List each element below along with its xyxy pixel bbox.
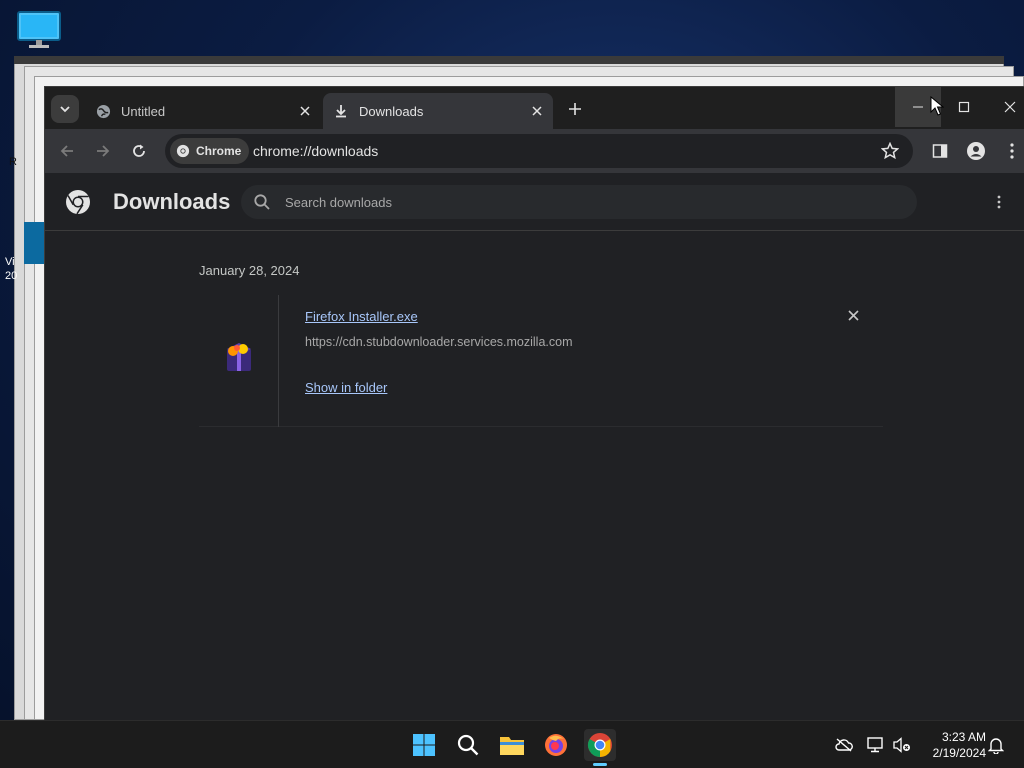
- clock-time: 3:23 AM: [941, 730, 986, 744]
- downloads-page: Downloads January 28, 2024: [45, 173, 1024, 721]
- site-info-chip[interactable]: Chrome: [170, 138, 250, 164]
- more-vert-icon: [1010, 143, 1014, 159]
- file-explorer-button[interactable]: [496, 729, 528, 761]
- chip-label: Chrome: [196, 144, 242, 158]
- profile-avatar-icon: [967, 142, 985, 160]
- minimize-icon: [913, 106, 923, 108]
- browser-toolbar: Chrome chrome://downloads: [45, 129, 1024, 173]
- close-tab-icon[interactable]: [297, 103, 313, 119]
- download-icon: [333, 103, 349, 119]
- show-in-folder-link[interactable]: Show in folder: [305, 380, 387, 395]
- reload-icon: [133, 144, 145, 157]
- volume-muted-icon: [893, 737, 910, 753]
- active-app-indicator: [593, 763, 607, 766]
- remove-download-button[interactable]: [845, 307, 861, 323]
- tab-label: Downloads: [359, 103, 424, 119]
- download-file-link[interactable]: Firefox Installer.exe: [305, 309, 418, 324]
- url-text[interactable]: chrome://downloads: [253, 143, 378, 159]
- profile-button[interactable]: [965, 140, 987, 162]
- plus-icon: [569, 103, 581, 115]
- network-icon: [867, 737, 883, 753]
- chrome-taskbar-button[interactable]: [584, 729, 616, 761]
- address-bar[interactable]: Chrome chrome://downloads: [165, 134, 913, 168]
- back-button[interactable]: [55, 139, 79, 163]
- bookmark-star-icon[interactable]: [881, 142, 899, 160]
- background-window-text: 20: [5, 270, 18, 282]
- search-icon: [254, 194, 270, 210]
- onedrive-tray-button[interactable]: [834, 735, 854, 755]
- network-tray-button[interactable]: [866, 735, 886, 755]
- downloads-header: Downloads: [45, 173, 1024, 231]
- chrome-window: Untitled Downloads Chrome chrome://downl…: [44, 86, 1024, 721]
- close-tab-icon[interactable]: [529, 103, 545, 119]
- volume-tray-button[interactable]: [892, 735, 912, 755]
- download-date-heading: January 28, 2024: [199, 263, 300, 278]
- search-input[interactable]: [285, 192, 885, 212]
- bell-icon: [988, 738, 1004, 754]
- downloads-menu-button[interactable]: [989, 191, 1009, 213]
- background-window-titlebar: [14, 56, 1004, 64]
- this-pc-desktop-icon[interactable]: [16, 10, 62, 50]
- download-icon-column: [199, 295, 279, 427]
- cloud-offline-icon: [835, 738, 853, 752]
- arrow-right-icon: [97, 145, 110, 157]
- tab-search-button[interactable]: [51, 95, 79, 123]
- side-panel-icon: [932, 144, 948, 158]
- file-explorer-icon: [500, 737, 524, 755]
- search-downloads-bar[interactable]: [241, 185, 917, 219]
- globe-icon: [95, 103, 111, 119]
- taskbar: 3:23 AM 2/19/2024: [0, 720, 1024, 768]
- chevron-down-icon: [60, 106, 70, 113]
- chrome-icon: [176, 144, 190, 158]
- maximize-button[interactable]: [941, 87, 987, 127]
- firefox-icon: [545, 734, 567, 756]
- tab-untitled[interactable]: Untitled: [85, 93, 321, 129]
- close-window-button[interactable]: [987, 87, 1024, 127]
- background-window-text: Vi: [5, 256, 15, 268]
- taskbar-search-button[interactable]: [452, 729, 484, 761]
- tab-strip: Untitled Downloads: [45, 87, 1024, 129]
- browser-menu-button[interactable]: [1001, 140, 1023, 162]
- close-icon: [1004, 101, 1016, 113]
- notifications-button[interactable]: [986, 735, 1006, 755]
- arrow-left-icon: [60, 145, 73, 157]
- forward-button[interactable]: [91, 139, 115, 163]
- more-vert-icon: [997, 195, 1001, 209]
- maximize-icon: [958, 101, 970, 113]
- start-button[interactable]: [408, 729, 440, 761]
- page-title: Downloads: [113, 189, 231, 214]
- close-icon: [847, 309, 859, 321]
- download-item: Firefox Installer.exe https://cdn.stubdo…: [199, 295, 883, 427]
- download-source-url: https://cdn.stubdownloader.services.mozi…: [305, 335, 573, 349]
- mouse-cursor-icon: [930, 96, 944, 116]
- reload-button[interactable]: [127, 139, 151, 163]
- clock-date: 2/19/2024: [932, 746, 986, 760]
- system-clock[interactable]: 3:23 AM 2/19/2024: [920, 729, 986, 761]
- tab-downloads[interactable]: Downloads: [323, 93, 553, 129]
- firefox-taskbar-button[interactable]: [540, 729, 572, 761]
- side-panel-button[interactable]: [929, 140, 951, 162]
- background-window-text: R: [9, 156, 17, 168]
- chrome-icon: [587, 733, 612, 757]
- tab-label: Untitled: [121, 103, 166, 119]
- firefox-installer-file-icon: [227, 343, 251, 371]
- windows-start-icon: [413, 734, 435, 756]
- new-tab-button[interactable]: [563, 97, 587, 121]
- chrome-logo-icon: [66, 190, 90, 215]
- search-icon: [457, 734, 479, 756]
- background-window-accent: [24, 222, 46, 264]
